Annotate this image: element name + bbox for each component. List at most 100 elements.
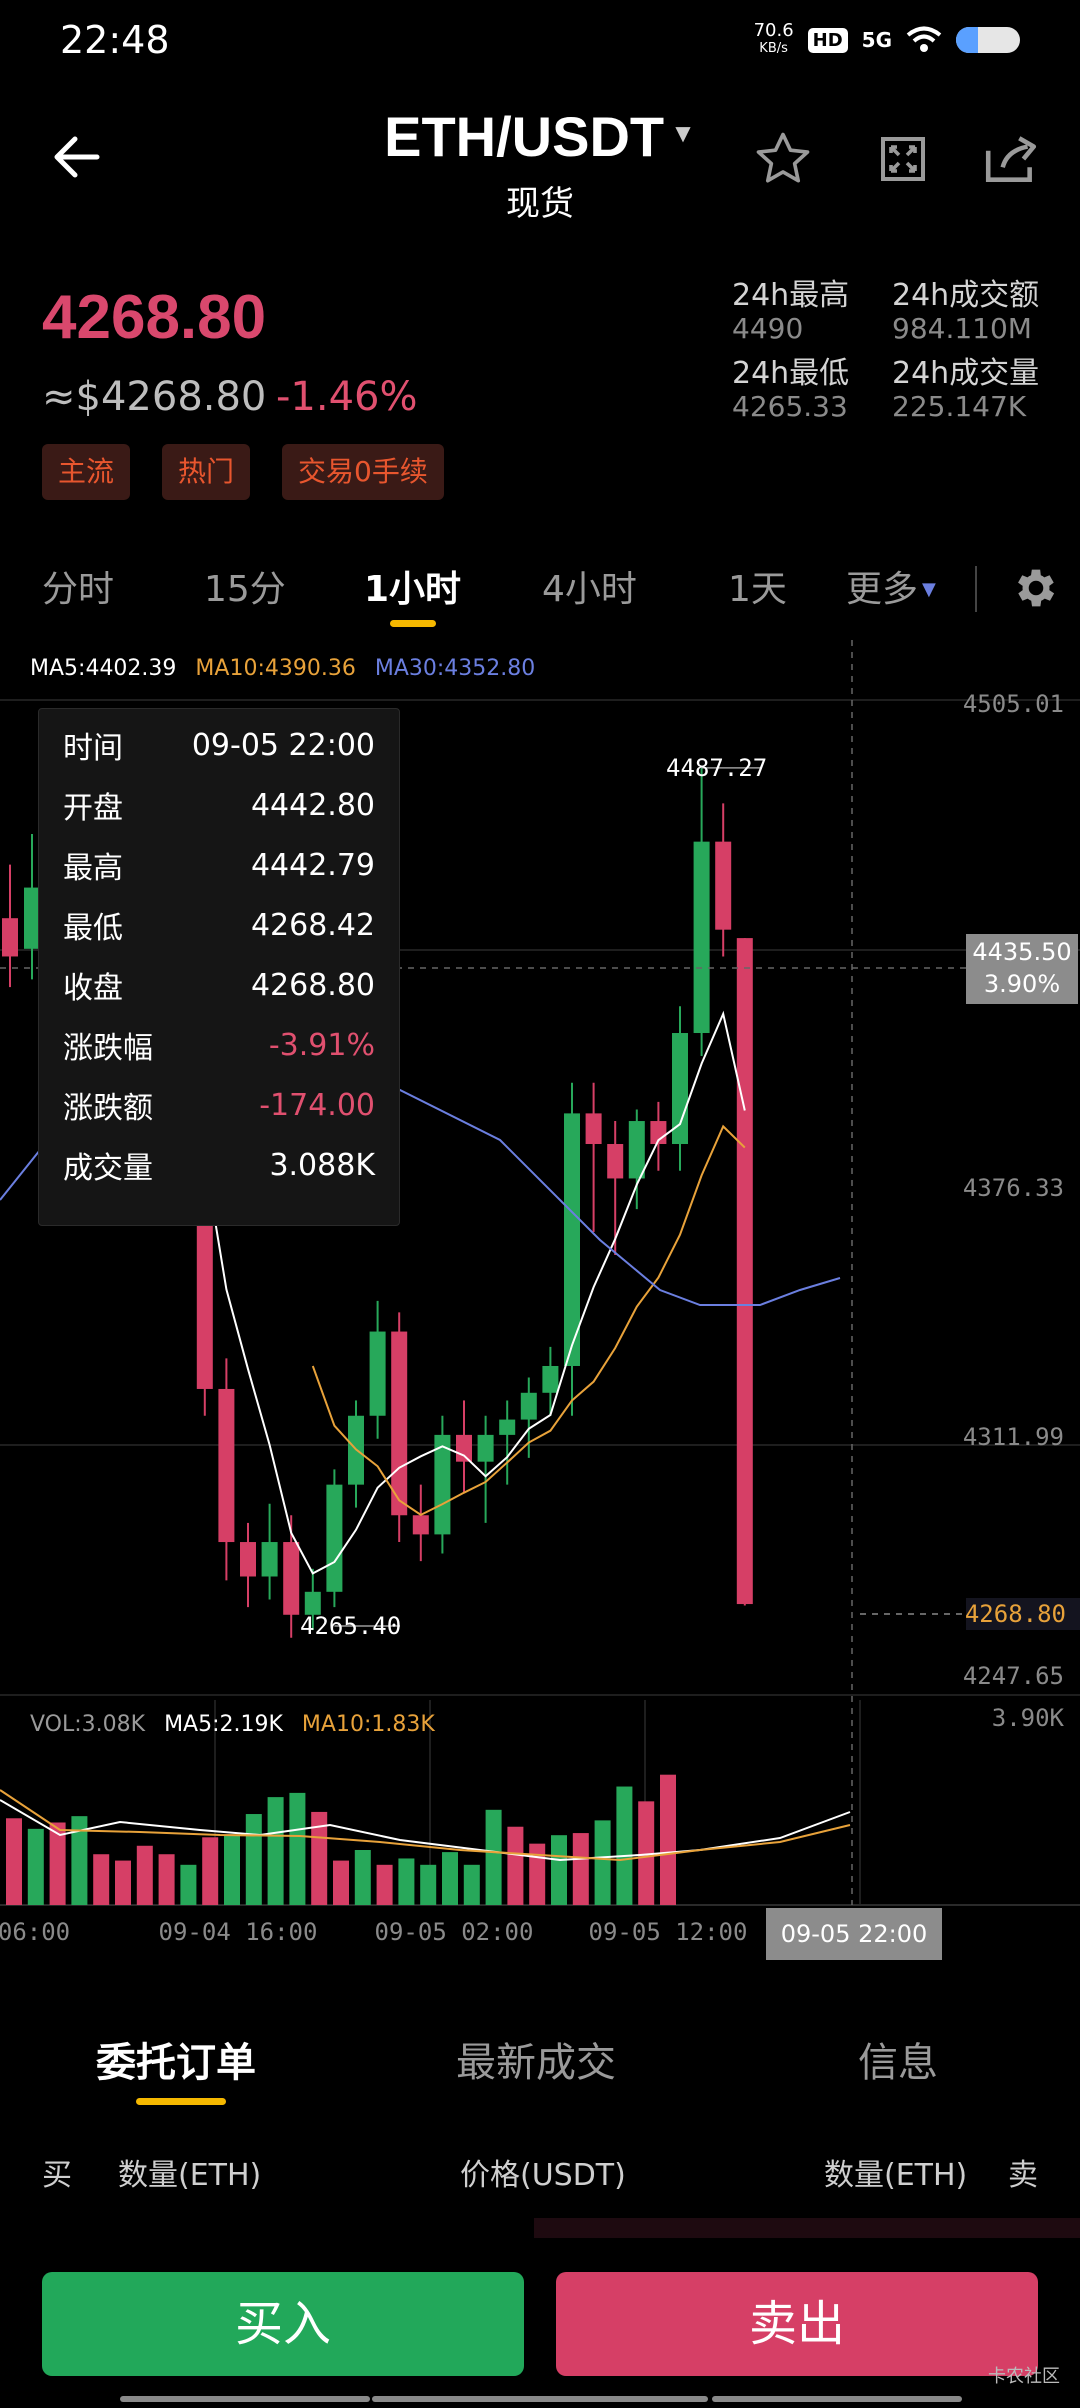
last-price-tag: 4268.80 [965,1600,1066,1628]
tooltip-value: 4442.80 [250,787,375,823]
vol-ma10-line [0,1789,851,1862]
volume-bar [27,1828,44,1905]
volume-bar [572,1833,589,1905]
volume-bar [333,1860,349,1905]
tooltip-row: 涨跌额 -174.00 [63,1075,375,1135]
volume-bar [376,1864,393,1905]
y-axis-tick: 4505.01 [963,690,1064,718]
tooltip-row: 最低 4268.42 [63,895,375,955]
vol-legend: VOL:3.08K MA5:2.19K MA10:1.83K [30,1712,435,1737]
tooltip-key: 成交量 [63,1151,153,1186]
orderbook-qty-left: 数量(ETH) [118,2158,262,2193]
vol-legend-vol: VOL:3.08K [30,1712,146,1737]
tooltip-value: 4442.79 [250,847,375,883]
candle-body [693,841,710,1034]
tooltip-row: 收盘 4268.80 [63,955,375,1015]
tooltip-key: 收盘 [63,971,123,1006]
vol-legend-ma5: MA5:2.19K [164,1712,283,1737]
candle-body [240,1542,256,1577]
volume-bar [158,1854,175,1905]
orderbook-depth-bar [534,2218,1080,2238]
x-axis-tick: 06:00 [0,1918,70,1946]
candle-body [736,938,753,1605]
candle-body [499,1419,516,1435]
vol-ma5-line [0,1799,851,1862]
volume-bar [463,1864,480,1905]
tooltip-value: 3.088K [269,1147,375,1183]
volume-bar [594,1820,611,1905]
y-axis-tick: 4376.33 [963,1174,1064,1202]
crosshair-time-tag: 09-05 22:00 [766,1908,942,1960]
watermark: 卡农社区 [988,2366,1060,2387]
x-axis-tick: 09-05 12:00 [589,1918,748,1946]
tooltip-row: 时间 09-05 22:00 [63,715,375,775]
tooltip-row: 涨跌幅 -3.91% [63,1015,375,1075]
sell-button[interactable]: 卖出 [556,2272,1038,2376]
y-axis-tick: 4311.99 [963,1423,1064,1451]
volume-bar [136,1845,153,1905]
tooltip-key: 涨跌额 [63,1091,153,1126]
tooltip-key: 开盘 [63,791,123,826]
tooltip-key: 最高 [63,851,123,886]
crosshair-price-tag: 4435.50 3.90% [966,934,1078,1004]
orderbook-price-header: 价格(USDT) [460,2158,626,2193]
tooltip-key: 时间 [63,731,123,766]
nav-bar-segment [120,2396,370,2402]
candle-body [520,1392,537,1420]
vol-legend-ma10: MA10:1.83K [301,1712,435,1737]
tooltip-row: 开盘 4442.80 [63,775,375,835]
candle-body [585,1113,602,1145]
tooltip-key: 涨跌幅 [63,1031,153,1066]
volume-bar [507,1826,524,1905]
tooltip-row: 成交量 3.088K [63,1135,375,1195]
low-label: 4265.40 [300,1612,401,1640]
volume-bar [420,1864,437,1905]
candle-body [607,1144,624,1179]
candle-body [283,1542,300,1615]
x-axis-tick: 09-05 02:00 [375,1918,534,1946]
volume-bar [202,1837,219,1905]
volume-bar [616,1786,633,1905]
tooltip-key: 最低 [63,911,123,946]
tooltip-value: 09-05 22:00 [191,727,375,763]
tooltip-value: 4268.80 [250,967,375,1003]
nav-bar-segment [372,2396,708,2402]
volume-bar [551,1835,567,1905]
volume-bar [224,1835,240,1905]
bottom-tab-indicator [136,2098,226,2105]
volume-bar [354,1850,371,1905]
candle-body [477,1434,494,1462]
candle-body [542,1365,559,1393]
orderbook-sell-label: 卖 [1008,2158,1038,2193]
candle-body [326,1484,343,1592]
candle-body [261,1542,278,1577]
candle-body [369,1331,386,1416]
y-axis-tick: 4247.65 [963,1662,1064,1690]
candle-body [715,841,732,930]
tab-latest-trades[interactable]: 最新成交 [456,2030,616,2088]
volume-bar [115,1860,131,1905]
volume-bar [289,1792,306,1905]
orderbook-qty-right: 数量(ETH) [824,2158,968,2193]
candle-body [628,1121,645,1179]
volume-bar [93,1854,110,1905]
volume-bar [245,1814,262,1905]
volume-bar [6,1818,22,1905]
volume-bar [180,1864,197,1905]
volume-bar [398,1858,415,1905]
vol-axis-max: 3.90K [992,1704,1065,1732]
buy-button[interactable]: 买入 [42,2272,524,2376]
candle-body [412,1515,429,1535]
high-label: 4487.27 [666,754,767,782]
tooltip-value: -3.91% [268,1027,375,1063]
tab-orders[interactable]: 委托订单 [96,2030,256,2088]
candle-body [456,1434,472,1462]
volume-bar [267,1797,284,1905]
tooltip-value: -174.00 [259,1087,375,1123]
tab-info[interactable]: 信息 [858,2030,938,2088]
orderbook-buy-label: 买 [42,2158,72,2193]
volume-bar [529,1843,546,1905]
nav-bar-segment [712,2396,962,2402]
candle-tooltip: 时间 09-05 22:00 开盘 4442.80 最高 4442.79 最低 4268.42… [38,708,400,1226]
x-axis-tick: 09-04 16:00 [159,1918,318,1946]
